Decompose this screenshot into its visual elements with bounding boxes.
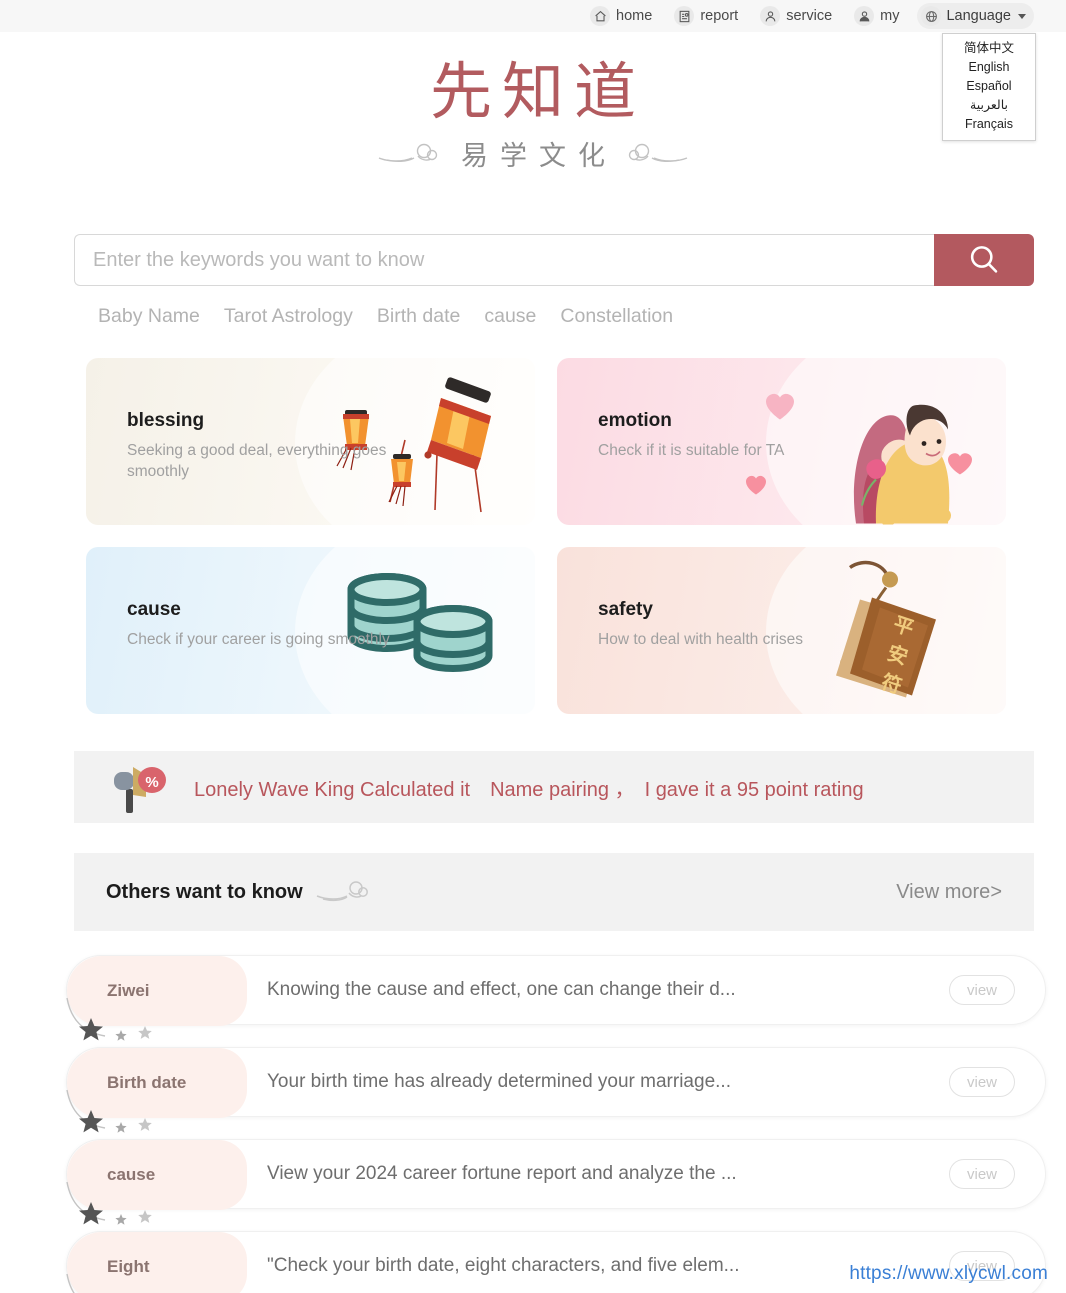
card-desc-cause: Check if your career is going smoothly [127, 631, 390, 648]
others-section-title: Others want to know [106, 880, 303, 903]
language-option-es[interactable]: Español [943, 77, 1035, 96]
feature-card-cause[interactable]: cause Check if your career is going smoo… [86, 547, 535, 714]
search-icon [970, 246, 998, 273]
language-dropdown-menu[interactable]: 简体中文 English Español بالعربية Français [942, 33, 1036, 141]
quick-tag-tarot[interactable]: Tarot Astrology [224, 305, 353, 328]
language-button-label: Language [946, 8, 1011, 24]
language-option-ar[interactable]: بالعربية [943, 96, 1035, 115]
search-input[interactable] [74, 234, 934, 286]
nav-label-my: my [880, 8, 900, 24]
list-item-tag: Ziwei [67, 956, 247, 1026]
card-text-emotion: emotion Check if it is suitable for TA [598, 410, 898, 461]
list-item-view-button[interactable]: view [949, 975, 1015, 1005]
feature-card-blessing[interactable]: blessing Seeking a good deal, everything… [86, 358, 535, 525]
language-button[interactable]: Language [917, 3, 1034, 29]
search-button[interactable] [934, 234, 1034, 286]
chevron-right-icon: > [990, 880, 1002, 903]
brand-subtitle: 易学文化 [461, 141, 617, 171]
card-title-blessing: blessing [127, 410, 205, 431]
list-item-text: "Check your birth date, eight characters… [267, 1255, 740, 1276]
language-selector[interactable]: Language 简体中文 English Español بالعربية F… [899, 3, 1036, 141]
megaphone-percent-icon: % [114, 767, 166, 813]
brand-logo: 先知道 易学文化 [0, 58, 1066, 173]
nav-item-service[interactable]: service [760, 6, 832, 26]
feature-card-grid: blessing Seeking a good deal, everything… [86, 358, 1006, 714]
list-item-text: Knowing the cause and effect, one can ch… [267, 979, 736, 1000]
nav-item-my[interactable]: my [854, 6, 899, 26]
card-title-safety: safety [598, 599, 653, 620]
list-item-tag: Birth date [67, 1048, 247, 1118]
svg-text:%: % [145, 774, 158, 791]
cloud-icon [316, 881, 368, 902]
promo-notice-text: Lonely Wave King Calculated it Name pair… [194, 778, 864, 801]
cloud-right-icon [628, 143, 688, 162]
home-icon [590, 6, 611, 26]
language-option-fr[interactable]: Français [943, 115, 1035, 134]
feature-card-emotion[interactable]: emotion Check if it is suitable for TA [557, 358, 1006, 525]
card-text-blessing: blessing Seeking a good deal, everything… [127, 410, 427, 482]
cloud-left-icon [378, 143, 438, 162]
others-header-left: Others want to know [106, 879, 371, 905]
report-icon [674, 6, 695, 26]
view-more-button[interactable]: View more > [896, 881, 1002, 904]
service-icon [760, 6, 781, 26]
list-item-tag: cause [67, 1140, 247, 1210]
nav-item-report[interactable]: report [674, 6, 738, 26]
card-desc-safety: How to deal with health crises [598, 631, 804, 648]
card-desc-emotion: Check if it is suitable for TA [598, 442, 785, 459]
promo-notice-banner[interactable]: % Lonely Wave King Calculated it Name pa… [74, 751, 1034, 823]
list-item-view-button[interactable]: view [949, 1159, 1015, 1189]
card-desc-blessing: Seeking a good deal, everything goes smo… [127, 442, 387, 480]
topic-list: Ziwei Knowing the cause and effect, one … [66, 955, 1046, 1293]
brand-title: 先知道 [429, 59, 646, 127]
list-item[interactable]: cause View your 2024 career fortune repo… [66, 1139, 1046, 1225]
nav-label-home: home [616, 8, 653, 24]
quick-tag-constellation[interactable]: Constellation [560, 305, 673, 328]
quick-tag-birth-date[interactable]: Birth date [377, 305, 460, 328]
list-item[interactable]: Birth date Your birth time has already d… [66, 1047, 1046, 1133]
page-root: home report service my Language 简体中文 Eng… [0, 0, 1066, 1293]
language-option-en[interactable]: English [943, 58, 1035, 77]
top-navigation-bar: home report service my Language 简体中文 Eng… [0, 0, 1066, 141]
brand-subtitle-row: 易学文化 [0, 134, 1066, 173]
others-section-header: Others want to know View more > [74, 853, 1034, 931]
quick-tag-baby-name[interactable]: Baby Name [98, 305, 200, 328]
feature-card-safety[interactable]: 平 安 符 safety How to deal with health cri… [557, 547, 1006, 714]
list-item-view-button[interactable]: view [949, 1067, 1015, 1097]
nav-label-report: report [700, 8, 739, 24]
nav-item-home[interactable]: home [590, 6, 652, 26]
card-text-cause: cause Check if your career is going smoo… [127, 599, 427, 650]
card-title-emotion: emotion [598, 410, 672, 431]
language-option-zh[interactable]: 简体中文 [943, 39, 1035, 58]
site-url-watermark: https://www.xlycwl.com [849, 1263, 1048, 1284]
quick-tag-list: Baby Name Tarot Astrology Birth date cau… [98, 305, 673, 328]
search-bar [74, 234, 1034, 286]
chevron-down-icon [1018, 13, 1026, 19]
card-title-cause: cause [127, 599, 181, 620]
list-item-tag: Eight [67, 1232, 247, 1293]
quick-tag-cause[interactable]: cause [484, 305, 536, 328]
nav-label-service: service [786, 8, 833, 24]
list-item-text: View your 2024 career fortune report and… [267, 1163, 737, 1184]
globe-icon [921, 6, 942, 26]
view-more-label: View more [896, 880, 991, 903]
list-item[interactable]: Ziwei Knowing the cause and effect, one … [66, 955, 1046, 1041]
list-item-text: Your birth time has already determined y… [267, 1071, 731, 1092]
card-text-safety: safety How to deal with health crises [598, 599, 898, 650]
user-icon [854, 6, 875, 26]
